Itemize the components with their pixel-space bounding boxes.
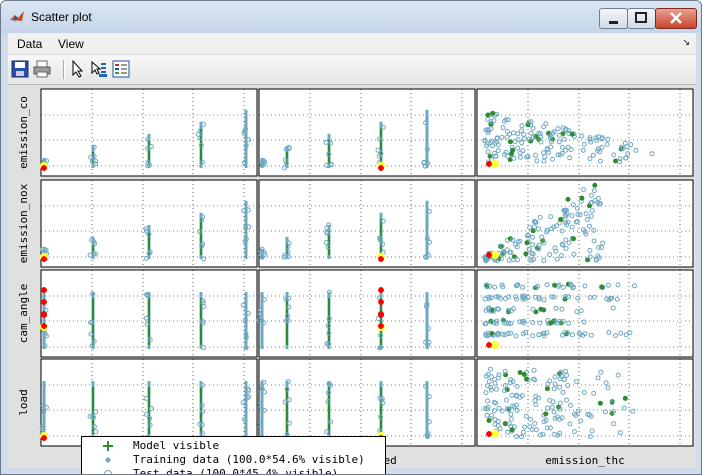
plus-marker-icon [103,441,113,451]
data-point [510,147,516,153]
data-point [622,395,628,401]
row-label-load: load [17,389,30,416]
data-point [521,372,527,377]
data-point [486,418,492,423]
data-point [552,282,558,288]
print-icon[interactable] [33,60,51,78]
legend-entry-model: Model visible [82,439,385,453]
close-button[interactable] [655,8,697,29]
data-point [599,284,605,290]
data-point [490,110,496,116]
save-icon[interactable] [11,60,29,78]
select-arrow-icon[interactable] [69,60,87,78]
data-point [613,158,619,164]
data-point [517,370,523,375]
row-label-emission_nox: emission_nox [17,183,30,263]
legend-toggle-icon[interactable] [112,60,130,78]
data-point [592,182,598,188]
menu-view[interactable]: View [58,37,84,51]
legend-label-test: Test data (100.0*45.4% visible) [133,467,339,475]
data-point [565,196,571,202]
data-point [544,386,550,392]
data-point [597,400,603,406]
scatter-matrix[interactable]: emission_coemission_noxcam_angleloadign_… [8,85,696,468]
data-cursor-icon[interactable] [90,60,108,78]
legend[interactable]: Model visible Training data (100.0*54.6%… [81,436,386,475]
maximize-button[interactable] [627,8,656,29]
menu-bar: Data View ↘ [8,33,696,55]
row-label-cam_angle: cam_angle [17,284,30,344]
data-point [530,228,536,234]
highlight-point [491,341,499,349]
data-point [524,240,530,246]
highlight-point [491,160,499,168]
panel-load-eng_speed [258,358,476,447]
circle-marker-icon [104,470,112,474]
plot-area: emission_coemission_noxcam_angleloadign_… [8,85,696,474]
data-point [543,411,549,417]
panel-emission_co-eng_speed [258,88,476,177]
toolbar-separator [63,60,65,79]
highlight-point [491,430,499,438]
data-point [541,307,547,313]
data-point [485,112,491,118]
data-point [569,131,575,137]
toolbar [8,55,696,85]
matlab-icon [10,11,24,22]
panel-cam_angle-eng_speed [258,269,476,358]
window-title: Scatter plot [31,10,92,24]
scatter-plot-window: Scatter plot Data View ↘ emission_co emi… [0,0,702,475]
data-point [558,217,564,222]
close-icon [670,12,682,24]
minimize-icon [609,21,618,24]
data-point [579,195,585,201]
legend-entry-test: Test data (100.0*45.4% visible) [82,467,385,475]
data-point [571,236,576,242]
data-point [523,251,529,257]
data-point [548,320,554,326]
legend-entry-training: Training data (100.0*54.6% visible) [82,453,385,467]
minimize-button[interactable] [599,8,628,29]
menu-data[interactable]: Data [17,37,42,51]
data-point [507,139,513,145]
dot-marker-icon [105,457,111,463]
data-point [524,376,529,382]
menu-dock-arrow-icon[interactable]: ↘ [682,37,690,48]
row-label-emission_co: emission_co [17,96,30,169]
maximize-icon [635,12,647,23]
data-point [502,421,508,427]
legend-label-training: Training data (100.0*54.6% visible) [133,453,365,466]
legend-label-model: Model visible [133,439,220,452]
panel-emission_nox-eng_speed [258,179,476,268]
column-label-emission_thc: emission_thc [545,454,624,467]
data-point [509,427,515,433]
highlight-point [491,251,499,259]
title-bar[interactable]: Scatter plot [1,1,701,33]
